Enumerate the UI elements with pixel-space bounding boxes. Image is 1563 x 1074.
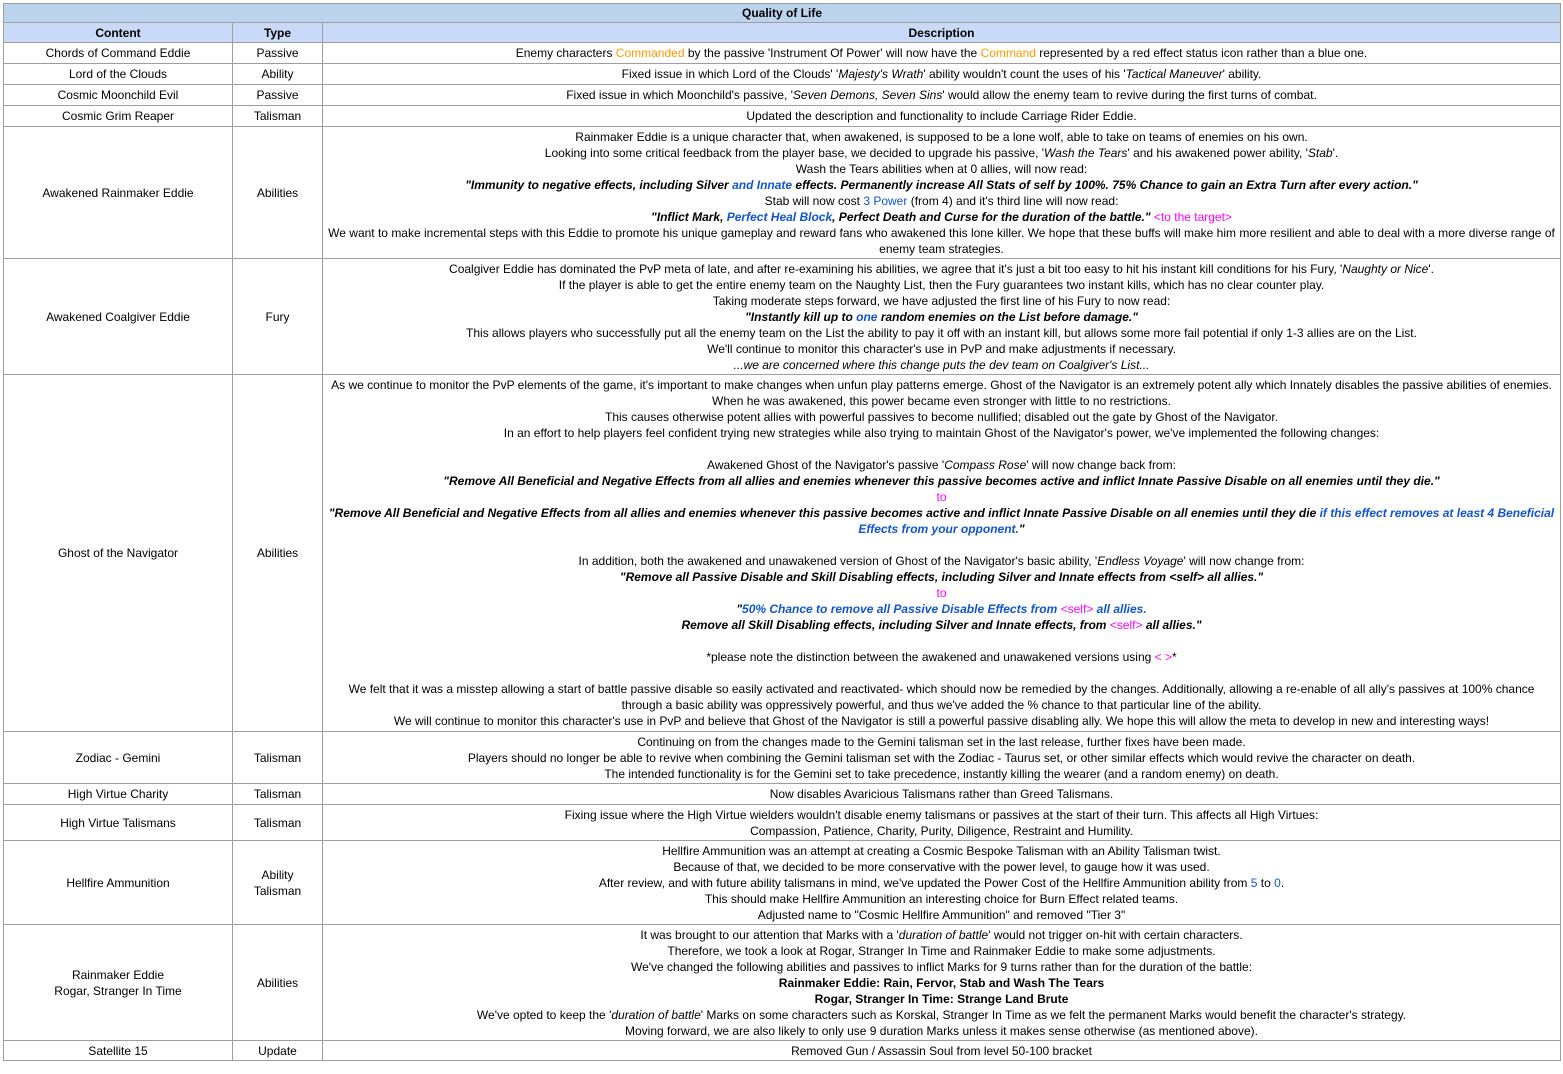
table-row: Chords of Command Eddie Passive Enemy ch… (3, 42, 1562, 64)
table-row: High Virtue Charity Talisman Now disable… (3, 783, 1562, 805)
header-content: Content (3, 22, 233, 43)
quality-of-life-table: Quality of Life Content Type Description… (2, 3, 1562, 1061)
type-cell: Ability Talisman (232, 840, 323, 925)
description-cell: Updated the description and functionalit… (321, 105, 1562, 127)
type-cell: Fury (232, 258, 323, 375)
description-cell: Coalgiver Eddie has dominated the PvP me… (321, 258, 1562, 375)
description-cell: Hellfire Ammunition was an attempt at cr… (321, 840, 1562, 925)
content-cell: Zodiac - Gemini (3, 731, 233, 784)
description-cell: Fixed issue in which Moonchild's passive… (321, 84, 1562, 106)
type-cell: Talisman (232, 804, 323, 841)
content-cell: Cosmic Moonchild Evil (3, 84, 233, 106)
table-row: Ghost of the Navigator Abilities As we c… (3, 374, 1562, 732)
description-cell: As we continue to monitor the PvP elemen… (321, 374, 1562, 732)
content-cell: Lord of the Clouds (3, 63, 233, 85)
type-cell: Update (232, 1040, 323, 1061)
type-cell: Ability (232, 63, 323, 85)
type-cell: Talisman (232, 105, 323, 127)
type-cell: Passive (232, 84, 323, 106)
content-cell: Awakened Coalgiver Eddie (3, 258, 233, 375)
content-cell: High Virtue Talismans (3, 804, 233, 841)
type-cell: Passive (232, 42, 323, 64)
table-row: High Virtue Talismans Talisman Fixing is… (3, 804, 1562, 841)
header-type: Type (232, 22, 323, 43)
header-description: Description (321, 22, 1562, 43)
table-row: Cosmic Moonchild Evil Passive Fixed issu… (3, 84, 1562, 106)
table-row: Awakened Rainmaker Eddie Abilities Rainm… (3, 126, 1562, 259)
table-row: Satellite 15 Update Removed Gun / Assass… (3, 1040, 1562, 1061)
table-row: Zodiac - Gemini Talisman Continuing on f… (3, 731, 1562, 784)
description-cell: Enemy characters Commanded by the passiv… (321, 42, 1562, 64)
description-cell: Rainmaker Eddie is a unique character th… (321, 126, 1562, 259)
description-cell: Fixing issue where the High Virtue wield… (321, 804, 1562, 841)
description-cell: It was brought to our attention that Mar… (321, 924, 1562, 1041)
type-cell: Abilities (232, 374, 323, 732)
content-cell: Satellite 15 (3, 1040, 233, 1061)
content-cell: Awakened Rainmaker Eddie (3, 126, 233, 259)
type-cell: Talisman (232, 731, 323, 784)
content-cell: Ghost of the Navigator (3, 374, 233, 732)
type-cell: Abilities (232, 924, 323, 1041)
table-title: Quality of Life (2, 3, 1562, 23)
content-cell: Cosmic Grim Reaper (3, 105, 233, 127)
type-cell: Talisman (232, 783, 323, 805)
content-cell: Hellfire Ammunition (3, 840, 233, 925)
table-row: Lord of the Clouds Ability Fixed issue i… (3, 63, 1562, 85)
table-row: Rainmaker Eddie Rogar, Stranger In Time A… (3, 924, 1562, 1041)
description-cell: Removed Gun / Assassin Soul from level 5… (321, 1040, 1562, 1061)
description-cell: Now disables Avaricious Talismans rather… (321, 783, 1562, 805)
content-cell: Chords of Command Eddie (3, 42, 233, 64)
content-cell: Rainmaker Eddie Rogar, Stranger In Time (3, 924, 233, 1041)
content-cell: High Virtue Charity (3, 783, 233, 805)
description-cell: Fixed issue in which Lord of the Clouds'… (321, 63, 1562, 85)
description-cell: Continuing on from the changes made to t… (321, 731, 1562, 784)
table-row: Cosmic Grim Reaper Talisman Updated the … (3, 105, 1562, 127)
type-cell: Abilities (232, 126, 323, 259)
table-row: Awakened Coalgiver Eddie Fury Coalgiver … (3, 258, 1562, 375)
table-row: Hellfire Ammunition Ability Talisman Hell… (3, 840, 1562, 925)
